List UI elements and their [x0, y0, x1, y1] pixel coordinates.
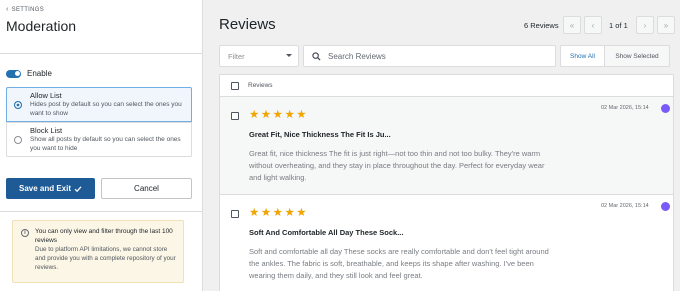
option-title: Allow List [30, 91, 62, 100]
avatar [661, 104, 670, 113]
reviews-list: Reviews ★ ★ ★ ★ ★ 02 Mar 2026, 15:14 Great F… [219, 74, 674, 291]
review-title: Great Fit, Nice Thickness The Fit Is Ju.… [249, 130, 391, 139]
option-description: Hides post by default so you can select … [30, 101, 182, 117]
star-icon: ★ [260, 207, 272, 219]
search-icon [312, 51, 321, 61]
list-header-label: Reviews [248, 82, 273, 89]
review-item[interactable]: ★ ★ ★ ★ ★ 02 Mar 2026, 15:14 Soft And Comfor… [220, 195, 673, 291]
view-toggle: Show All Show Selected [560, 45, 670, 67]
divider [0, 211, 203, 212]
star-rating: ★ ★ ★ ★ ★ [249, 207, 307, 219]
check-icon [74, 185, 82, 192]
select-all-checkbox[interactable] [231, 81, 239, 90]
next-page-icon: › [643, 20, 647, 30]
allow-list-option[interactable]: Allow List Hides post by default so you … [6, 87, 192, 122]
back-to-settings-link[interactable]: ‹ SETTINGS [6, 6, 44, 13]
reviews-title: Reviews [219, 16, 276, 33]
block-list-radio[interactable] [14, 136, 22, 144]
chevron-left-icon: ‹ [6, 6, 9, 13]
enable-toggle[interactable] [6, 69, 21, 78]
star-rating: ★ ★ ★ ★ ★ [249, 109, 307, 121]
star-icon: ★ [296, 109, 307, 121]
review-count: 6 Reviews [524, 21, 559, 30]
search-input[interactable] [328, 51, 528, 61]
star-icon: ★ [272, 207, 283, 219]
review-checkbox[interactable] [231, 210, 239, 218]
cancel-button[interactable]: Cancel [101, 178, 192, 199]
option-description: Show all posts by default so you can sel… [30, 136, 181, 152]
page-title: Moderation [6, 18, 77, 34]
star-icon: ★ [249, 207, 260, 219]
save-and-exit-button[interactable]: Save and Exit [6, 178, 95, 199]
notice-body: Due to platform API limitations, we cann… [35, 246, 176, 271]
first-page-button[interactable]: « [563, 16, 581, 34]
info-icon: i [21, 229, 29, 237]
enable-row: Enable [6, 69, 52, 78]
review-item[interactable]: ★ ★ ★ ★ ★ 02 Mar 2026, 15:14 Great Fit, Nice… [220, 97, 673, 195]
list-header: Reviews [220, 75, 673, 97]
api-limit-notice: i You can only view and filter through t… [12, 220, 184, 283]
prev-page-icon: ‹ [591, 20, 595, 30]
review-checkbox[interactable] [231, 112, 239, 120]
filter-dropdown[interactable]: Filter [219, 45, 299, 67]
enable-label: Enable [27, 69, 52, 78]
divider [0, 53, 203, 54]
settings-sidebar: ‹ SETTINGS Moderation Enable Allow List … [0, 0, 203, 291]
reviews-panel: Reviews 6 Reviews « ‹ 1 of 1 › » Filter … [203, 0, 680, 291]
back-label: SETTINGS [11, 6, 45, 13]
prev-page-button[interactable]: ‹ [584, 16, 602, 34]
notice-title: You can only view and filter through the… [35, 228, 173, 244]
block-list-option[interactable]: Block List Show all posts by default so … [7, 122, 191, 156]
search-box [303, 45, 556, 67]
allow-list-radio[interactable] [14, 101, 22, 109]
moderation-mode-group: Allow List Hides post by default so you … [6, 87, 192, 157]
filter-placeholder: Filter [228, 51, 245, 61]
first-page-icon: « [569, 20, 575, 30]
review-body: Soft and comfortable all day These socks… [249, 247, 549, 280]
star-icon: ★ [272, 109, 283, 121]
review-title: Soft And Comfortable All Day These Sock.… [249, 228, 404, 237]
last-page-button[interactable]: » [657, 16, 675, 34]
star-icon: ★ [249, 109, 260, 121]
last-page-icon: » [663, 20, 669, 30]
star-icon: ★ [284, 109, 295, 121]
show-selected-button[interactable]: Show Selected [605, 46, 669, 66]
star-icon: ★ [284, 207, 295, 219]
review-date: 02 Mar 2026, 15:14 [601, 105, 649, 111]
star-icon: ★ [260, 109, 272, 121]
review-body: Great fit, nice thickness The fit is jus… [249, 149, 545, 182]
next-page-button[interactable]: › [636, 16, 654, 34]
save-label: Save and Exit [18, 184, 72, 193]
star-icon: ★ [296, 207, 307, 219]
avatar [661, 202, 670, 211]
option-title: Block List [30, 126, 63, 135]
caret-down-icon [286, 54, 292, 57]
show-all-button[interactable]: Show All [561, 46, 605, 66]
review-date: 02 Mar 2026, 15:14 [601, 203, 649, 209]
page-indicator: 1 of 1 [609, 21, 628, 30]
